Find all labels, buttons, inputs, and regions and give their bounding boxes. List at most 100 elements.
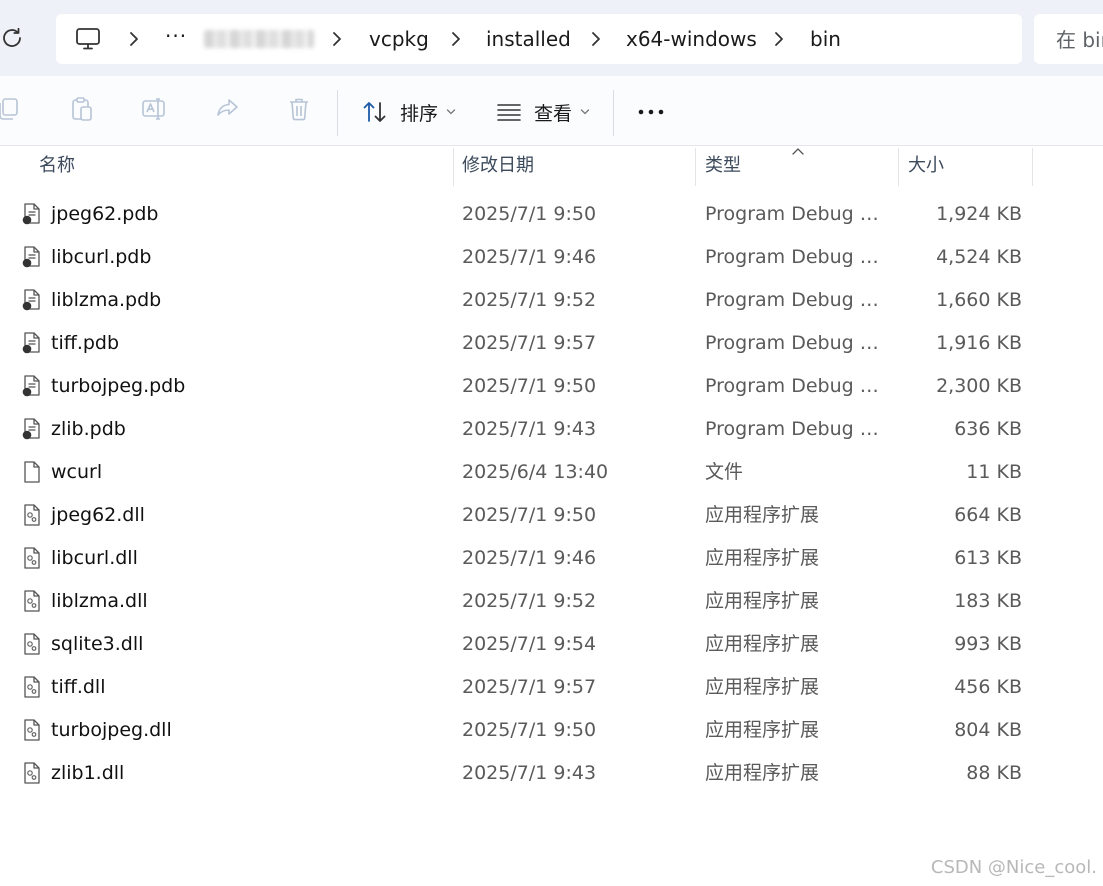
- file-type: Program Debug Da...: [705, 375, 889, 397]
- column-resizer[interactable]: [695, 148, 696, 186]
- chevron-right-icon[interactable]: [771, 31, 787, 47]
- file-name: liblzma.pdb: [51, 289, 162, 311]
- breadcrumb-item-x64-windows[interactable]: x64-windows: [626, 14, 757, 64]
- chevron-right-icon[interactable]: [588, 31, 604, 47]
- search-box[interactable]: 在 bin: [1034, 14, 1103, 64]
- dll-file-icon: [22, 590, 42, 612]
- this-pc-icon[interactable]: [75, 27, 101, 51]
- file-row[interactable]: libcurl.dll 2025/7/1 9:46 应用程序扩展 613 KB: [0, 536, 1103, 579]
- refresh-icon[interactable]: [0, 26, 24, 50]
- pdb-file-icon: [22, 418, 42, 440]
- more-options-icon[interactable]: [636, 96, 666, 126]
- file-type: Program Debug Da...: [705, 332, 889, 354]
- chevron-down-icon: [446, 109, 456, 115]
- address-bar-area: ··· vcpkg installed x64-windows bin 在 bi…: [0, 0, 1103, 76]
- file-name: libcurl.pdb: [51, 246, 152, 268]
- file-name: sqlite3.dll: [51, 633, 144, 655]
- file-type: 应用程序扩展: [705, 504, 820, 526]
- column-header-size[interactable]: 大小: [908, 146, 944, 186]
- file-modified-date: 2025/7/1 9:52: [462, 289, 597, 311]
- file-name: tiff.dll: [51, 676, 106, 698]
- file-name: zlib.pdb: [51, 418, 126, 440]
- command-bar: 排序 查看: [0, 76, 1103, 146]
- file-row[interactable]: turbojpeg.dll 2025/7/1 9:50 应用程序扩展 804 KB: [0, 708, 1103, 751]
- file-type: 应用程序扩展: [705, 762, 820, 784]
- file-row[interactable]: liblzma.pdb 2025/7/1 9:52 Program Debug Da…: [0, 278, 1103, 321]
- file-row[interactable]: liblzma.dll 2025/7/1 9:52 应用程序扩展 183 KB: [0, 579, 1103, 622]
- file-modified-date: 2025/7/1 9:50: [462, 504, 597, 526]
- column-resizer[interactable]: [453, 148, 454, 186]
- file-size: 804 KB: [954, 719, 1022, 741]
- dll-file-icon: [22, 504, 42, 526]
- breadcrumb-overflow[interactable]: ···: [165, 14, 187, 64]
- file-row[interactable]: turbojpeg.pdb 2025/7/1 9:50 Program Debug …: [0, 364, 1103, 407]
- file-name: zlib1.dll: [51, 762, 125, 784]
- sort-label: 排序: [400, 102, 439, 125]
- column-resizer[interactable]: [1032, 148, 1033, 186]
- file-row[interactable]: jpeg62.pdb 2025/7/1 9:50 Program Debug Da.…: [0, 192, 1103, 235]
- file-modified-date: 2025/7/1 9:50: [462, 719, 597, 741]
- column-header-type[interactable]: 类型: [705, 146, 741, 186]
- chevron-right-icon[interactable]: [448, 31, 464, 47]
- file-row[interactable]: zlib1.dll 2025/7/1 9:43 应用程序扩展 88 KB: [0, 751, 1103, 794]
- chevron-right-icon[interactable]: [329, 31, 345, 47]
- file-row[interactable]: libcurl.pdb 2025/7/1 9:46 Program Debug Da…: [0, 235, 1103, 278]
- sort-icon: [363, 102, 386, 122]
- file-row[interactable]: wcurl 2025/6/4 13:40 文件 11 KB: [0, 450, 1103, 493]
- blurred-folder-name: [204, 30, 314, 48]
- paste-icon[interactable]: [69, 96, 95, 122]
- pdb-file-icon: [22, 332, 42, 354]
- view-lines-icon: [497, 104, 521, 121]
- file-row[interactable]: sqlite3.dll 2025/7/1 9:54 应用程序扩展 993 KB: [0, 622, 1103, 665]
- file-modified-date: 2025/7/1 9:46: [462, 246, 597, 268]
- file-size: 2,300 KB: [936, 375, 1022, 397]
- file-size: 11 KB: [966, 461, 1022, 483]
- copy-icon[interactable]: [0, 96, 20, 122]
- column-header-name[interactable]: 名称: [39, 146, 75, 186]
- sort-ascending-icon: [792, 148, 804, 155]
- file-name: jpeg62.pdb: [51, 203, 159, 225]
- file-row[interactable]: tiff.dll 2025/7/1 9:57 应用程序扩展 456 KB: [0, 665, 1103, 708]
- share-icon[interactable]: [214, 96, 240, 122]
- file-name: turbojpeg.pdb: [51, 375, 186, 397]
- file-size: 1,916 KB: [936, 332, 1022, 354]
- blank-file-icon: [22, 461, 42, 483]
- file-modified-date: 2025/7/1 9:57: [462, 332, 597, 354]
- pdb-file-icon: [22, 289, 42, 311]
- address-bar[interactable]: ··· vcpkg installed x64-windows bin: [56, 14, 1022, 64]
- file-type: Program Debug Da...: [705, 203, 889, 225]
- chevron-down-icon: [580, 109, 590, 115]
- sort-button[interactable]: 排序: [362, 88, 456, 136]
- file-modified-date: 2025/7/1 9:50: [462, 375, 597, 397]
- watermark: CSDN @Nice_cool.: [930, 857, 1097, 878]
- column-resizer[interactable]: [898, 148, 899, 186]
- delete-icon[interactable]: [286, 96, 312, 122]
- dll-file-icon: [22, 762, 42, 784]
- pdb-file-icon: [22, 246, 42, 268]
- breadcrumb-item-installed[interactable]: installed: [486, 14, 571, 64]
- column-header-date[interactable]: 修改日期: [462, 146, 534, 186]
- breadcrumb-item-vcpkg[interactable]: vcpkg: [369, 14, 429, 64]
- file-size: 456 KB: [954, 676, 1022, 698]
- file-size: 1,924 KB: [936, 203, 1022, 225]
- file-type: 应用程序扩展: [705, 547, 820, 569]
- file-size: 613 KB: [954, 547, 1022, 569]
- rename-icon[interactable]: [141, 96, 167, 122]
- file-size: 636 KB: [954, 418, 1022, 440]
- pdb-file-icon: [22, 203, 42, 225]
- view-button[interactable]: 查看: [496, 88, 590, 136]
- file-modified-date: 2025/7/1 9:50: [462, 203, 597, 225]
- file-row[interactable]: jpeg62.dll 2025/7/1 9:50 应用程序扩展 664 KB: [0, 493, 1103, 536]
- file-row[interactable]: zlib.pdb 2025/7/1 9:43 Program Debug Da...…: [0, 407, 1103, 450]
- breadcrumb-item-bin[interactable]: bin: [810, 14, 841, 64]
- file-size: 183 KB: [954, 590, 1022, 612]
- file-list: jpeg62.pdb 2025/7/1 9:50 Program Debug Da.…: [0, 192, 1103, 794]
- chevron-right-icon[interactable]: [126, 31, 142, 47]
- file-modified-date: 2025/6/4 13:40: [462, 461, 609, 483]
- file-row[interactable]: tiff.pdb 2025/7/1 9:57 Program Debug Da...…: [0, 321, 1103, 364]
- file-modified-date: 2025/7/1 9:52: [462, 590, 597, 612]
- file-type: 应用程序扩展: [705, 633, 820, 655]
- dll-file-icon: [22, 633, 42, 655]
- file-modified-date: 2025/7/1 9:46: [462, 547, 597, 569]
- file-size: 4,524 KB: [936, 246, 1022, 268]
